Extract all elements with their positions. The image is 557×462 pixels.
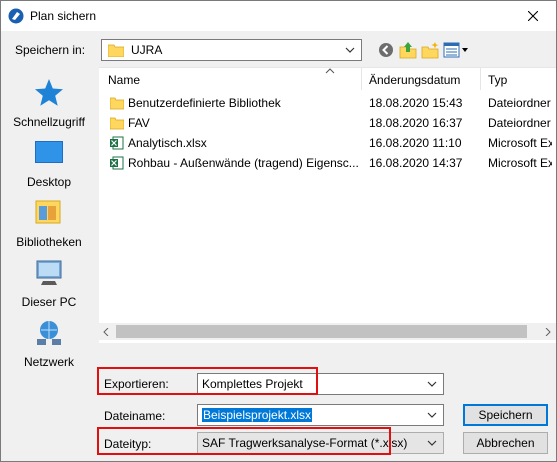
- column-separator: [361, 68, 362, 90]
- file-date: 16.08.2020 11:10: [369, 136, 462, 150]
- scrollbar-thumb[interactable]: [116, 325, 527, 338]
- up-folder-icon[interactable]: [399, 41, 417, 59]
- filename-selected-text: Beispielsprojekt.xlsx: [202, 408, 313, 422]
- place-label: Dieser PC: [21, 295, 77, 309]
- file-name: Rohbau - Außenwände (tragend) Eigensc...: [128, 156, 359, 170]
- horizontal-scrollbar[interactable]: [99, 323, 556, 340]
- highlight-filetype: [97, 427, 391, 455]
- libraries-icon: [35, 200, 61, 224]
- file-name: Benutzerdefinierte Bibliothek: [128, 96, 281, 110]
- sort-ascending-icon: [325, 68, 335, 74]
- cancel-button[interactable]: Abbrechen: [463, 432, 548, 454]
- places-bar: Schnellzugriff Desktop Bibliotheken Dies…: [3, 67, 95, 369]
- new-folder-icon[interactable]: [421, 41, 439, 59]
- chevron-down-icon: [427, 381, 437, 387]
- save-button[interactable]: Speichern: [463, 404, 548, 426]
- column-header-type[interactable]: Typ: [488, 73, 507, 91]
- folder-icon: [110, 117, 124, 130]
- file-row[interactable]: Benutzerdefinierte Bibliothek 18.08.2020…: [99, 93, 556, 113]
- chevron-down-icon: [427, 440, 437, 446]
- file-date: 18.08.2020 15:43: [369, 96, 463, 110]
- chevron-down-icon: [345, 47, 355, 53]
- file-row[interactable]: FAV 18.08.2020 16:37 Dateiordner: [99, 113, 556, 133]
- excel-file-icon: [110, 156, 124, 170]
- close-button[interactable]: [510, 1, 556, 31]
- file-date: 18.08.2020 16:37: [369, 116, 463, 130]
- place-label: Desktop: [26, 175, 72, 189]
- place-label: Schnellzugriff: [13, 115, 85, 129]
- column-separator: [480, 68, 481, 90]
- filename-value: Beispielsprojekt.xlsx: [202, 408, 313, 422]
- highlight-export: [97, 367, 318, 395]
- place-desktop[interactable]: Desktop: [3, 137, 95, 193]
- network-icon: [37, 321, 61, 345]
- file-type: Dateiordner: [488, 116, 551, 130]
- filename-label: Dateiname:: [104, 409, 166, 423]
- scroll-right-icon[interactable]: [545, 328, 551, 336]
- file-type: Microsoft Ex: [488, 156, 552, 170]
- folder-icon: [110, 97, 124, 110]
- excel-file-icon: [110, 136, 124, 150]
- folder-icon: [108, 44, 124, 57]
- column-header-date[interactable]: Änderungsdatum: [369, 73, 460, 91]
- save-in-label: Speichern in:: [15, 43, 86, 57]
- computer-icon: [36, 260, 62, 285]
- file-date: 16.08.2020 14:37: [369, 156, 463, 170]
- title-bar: Plan sichern: [1, 1, 556, 31]
- chevron-down-icon[interactable]: [427, 412, 437, 418]
- file-name: Analytisch.xlsx: [128, 136, 207, 150]
- save-in-value: UJRA: [131, 43, 163, 57]
- toolbar-icons: [377, 41, 469, 59]
- column-header-name[interactable]: Name: [108, 73, 140, 91]
- scroll-left-icon[interactable]: [103, 328, 109, 336]
- back-icon[interactable]: [377, 41, 395, 59]
- place-libraries[interactable]: Bibliotheken: [3, 197, 95, 253]
- app-icon: [8, 8, 24, 24]
- place-network[interactable]: Netzwerk: [3, 317, 95, 373]
- desktop-icon: [35, 141, 63, 163]
- save-dialog: Plan sichern Speichern in: UJRA Schnellz…: [0, 0, 557, 462]
- save-in-combo[interactable]: UJRA: [101, 39, 362, 61]
- file-type: Microsoft Ex: [488, 136, 552, 150]
- file-name: FAV: [128, 116, 150, 130]
- file-type: Dateiordner: [488, 96, 551, 110]
- file-list[interactable]: Name Änderungsdatum Typ Benutzerdefinier…: [99, 67, 556, 343]
- star-icon: [35, 79, 63, 106]
- close-icon: [528, 11, 538, 21]
- file-row[interactable]: Analytisch.xlsx 16.08.2020 11:10 Microso…: [99, 133, 556, 153]
- place-label: Bibliotheken: [16, 235, 82, 249]
- place-quick-access[interactable]: Schnellzugriff: [3, 77, 95, 133]
- place-label: Netzwerk: [23, 355, 74, 369]
- file-row[interactable]: Rohbau - Außenwände (tragend) Eigensc...…: [99, 153, 556, 173]
- window-title: Plan sichern: [30, 9, 97, 23]
- place-this-pc[interactable]: Dieser PC: [3, 257, 95, 313]
- filename-input[interactable]: Beispielsprojekt.xlsx: [197, 404, 444, 426]
- view-menu-icon[interactable]: [443, 41, 469, 59]
